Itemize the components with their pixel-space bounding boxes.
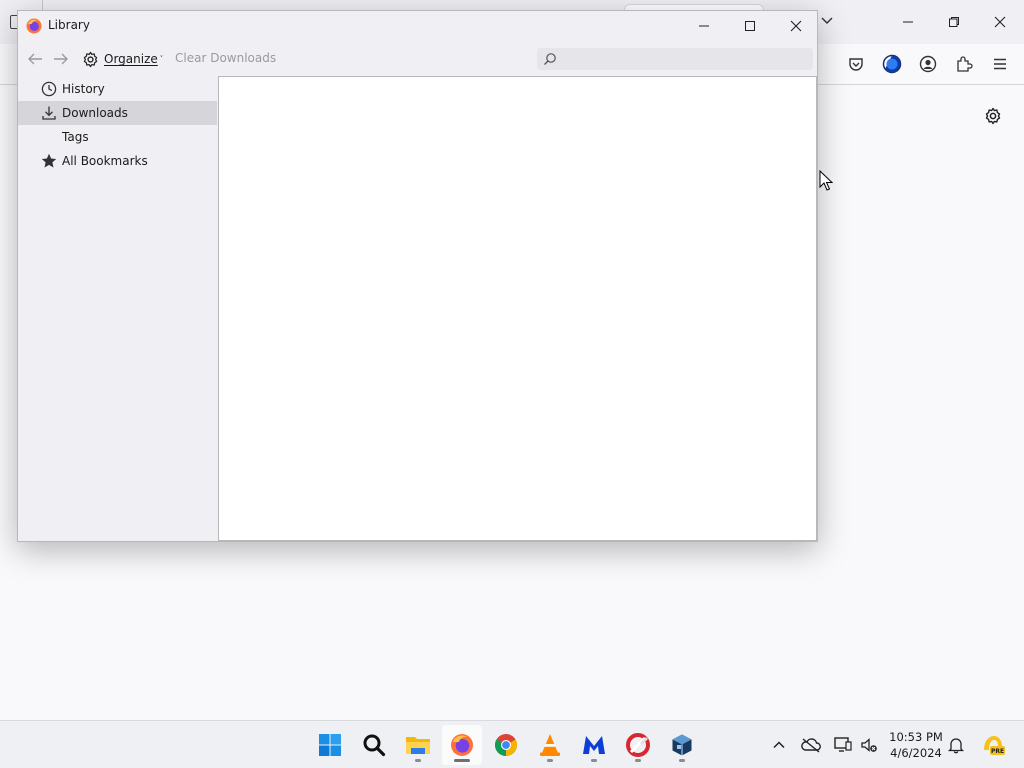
account-icon[interactable] (917, 53, 939, 75)
organize-button[interactable]: Organize ˅ (82, 49, 163, 69)
library-toolbar: Organize ˅ Clear Downloads (18, 41, 817, 77)
file-explorer-icon[interactable] (398, 725, 438, 765)
browser-restore-button[interactable] (936, 8, 972, 36)
download-icon (41, 105, 57, 121)
onedrive-icon[interactable] (801, 735, 821, 755)
sidebar-item-history[interactable]: History (18, 77, 217, 101)
firefox-icon[interactable] (442, 725, 482, 765)
extensions-icon[interactable] (953, 53, 975, 75)
downloads-list-pane[interactable] (218, 76, 817, 541)
sidebar-item-all-bookmarks[interactable]: All Bookmarks (18, 149, 217, 173)
container-icon[interactable] (881, 53, 903, 75)
malwarebytes-icon[interactable] (574, 725, 614, 765)
back-arrow-icon (28, 53, 42, 65)
gear-icon[interactable] (982, 105, 1004, 127)
library-window: Library Organize ˅ Clear Downloads Histo… (17, 10, 818, 542)
sidebar-item-tags[interactable]: Tags (18, 125, 217, 149)
tab-divider (42, 0, 43, 10)
notifications-bell-icon[interactable] (946, 735, 966, 755)
back-button[interactable] (24, 49, 46, 69)
list-all-tabs-chevron-icon[interactable] (818, 12, 836, 30)
search-box[interactable] (537, 48, 813, 70)
sidebar-item-label: History (62, 82, 105, 96)
taskbar: 10:53 PM 4/6/2024 PRE (0, 720, 1024, 768)
mouse-pointer-icon (819, 169, 834, 192)
search-icon[interactable] (354, 725, 394, 765)
forward-button[interactable] (50, 49, 72, 69)
search-icon (543, 52, 557, 66)
clock-icon (41, 81, 57, 97)
windows-start-icon[interactable] (310, 725, 350, 765)
chrome-icon[interactable] (486, 725, 526, 765)
sidebar-item-downloads[interactable]: Downloads (18, 101, 217, 125)
badge-text: PRE (991, 748, 1004, 755)
menu-icon[interactable] (989, 53, 1011, 75)
pocket-icon[interactable] (845, 53, 867, 75)
copilot-preview-icon[interactable]: PRE (980, 735, 1006, 755)
library-titlebar[interactable]: Library (18, 11, 817, 41)
show-hidden-icons-chevron-icon[interactable] (769, 735, 789, 755)
browser-close-button[interactable] (982, 8, 1018, 36)
sidebar-item-label: Tags (62, 130, 89, 144)
vlc-icon[interactable] (530, 725, 570, 765)
clock-time: 10:53 PM (889, 730, 943, 744)
organize-label: Organize (104, 52, 158, 66)
library-sidebar: History Downloads Tags All Bookmarks (18, 77, 218, 541)
forward-arrow-icon (54, 53, 68, 65)
clear-downloads-button[interactable]: Clear Downloads (175, 51, 276, 65)
library-maximize-button[interactable] (727, 11, 773, 41)
ccleaner-icon[interactable] (618, 725, 658, 765)
clock-date: 4/6/2024 (890, 746, 942, 760)
volume-muted-icon[interactable] (859, 735, 879, 755)
network-icon[interactable] (833, 735, 853, 755)
virtualbox-icon[interactable] (662, 725, 702, 765)
browser-minimize-button[interactable] (890, 8, 926, 36)
library-close-button[interactable] (773, 11, 819, 41)
sidebar-item-label: Downloads (62, 106, 128, 120)
chevron-down-icon: ˅ (159, 55, 164, 63)
search-input[interactable] (561, 50, 806, 68)
gear-icon (82, 51, 99, 68)
library-minimize-button[interactable] (681, 11, 727, 41)
star-icon (41, 153, 57, 169)
sidebar-item-label: All Bookmarks (62, 154, 148, 168)
system-clock[interactable]: 10:53 PM 4/6/2024 (884, 729, 948, 761)
firefox-logo-icon (26, 18, 42, 34)
library-title: Library (48, 18, 90, 32)
